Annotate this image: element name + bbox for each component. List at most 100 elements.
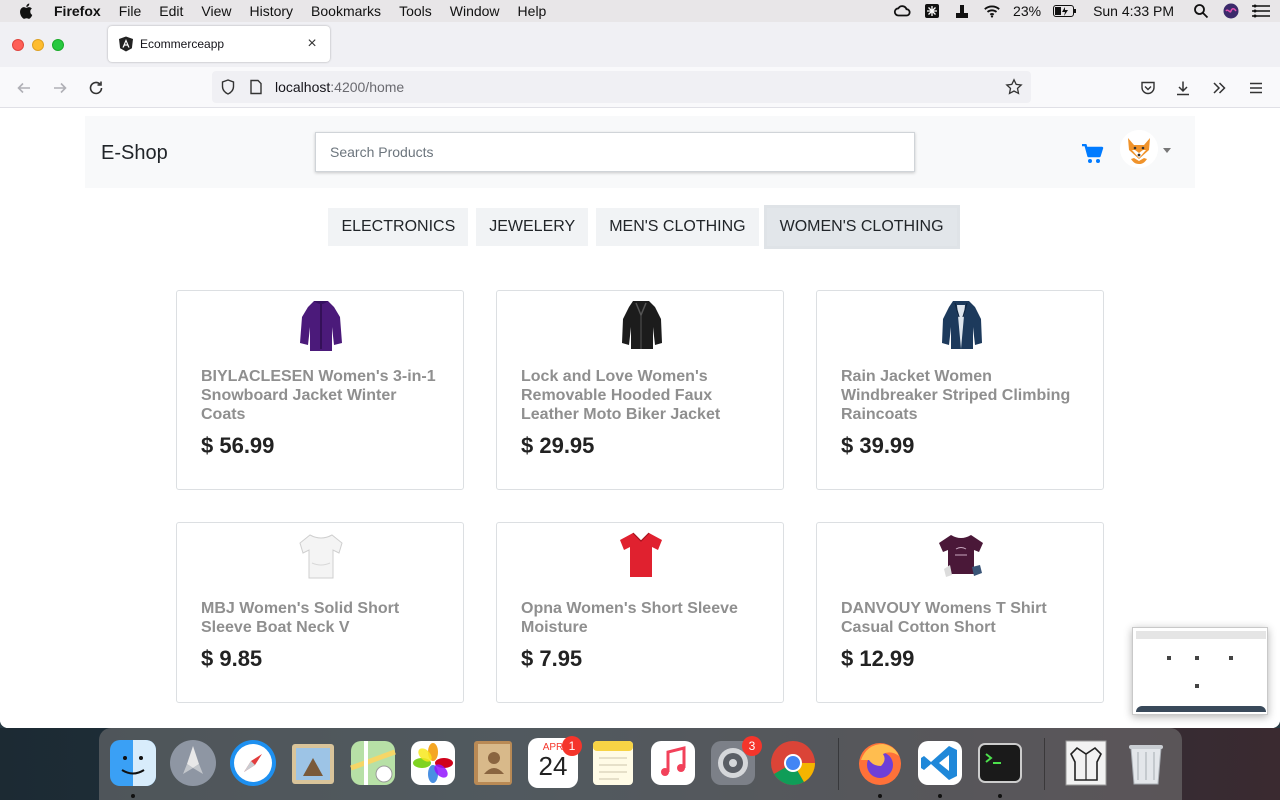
tab-close-icon[interactable]: × [304, 35, 320, 53]
product-name[interactable]: Lock and Love Women's Removable Hooded F… [521, 367, 761, 424]
battery-icon[interactable] [1053, 3, 1077, 19]
terminal-dock-icon[interactable] [975, 738, 1025, 788]
window-minimize-button[interactable] [32, 39, 44, 51]
dock-separator [1044, 738, 1045, 790]
menubar-status-area: 23% Sun 4:33 PM [893, 0, 1270, 22]
category-mens-clothing-button[interactable]: MEN'S CLOTHING [596, 208, 759, 246]
product-price: $ 12.99 [841, 646, 915, 671]
menu-view[interactable]: View [201, 3, 231, 19]
reload-button[interactable] [85, 77, 107, 99]
siri-icon[interactable] [1222, 3, 1240, 19]
product-name[interactable]: DANVOUY Womens T Shirt Casual Cotton Sho… [841, 599, 1081, 637]
calendar-notification-badge: 1 [562, 736, 582, 756]
user-menu-dropdown-caret-icon[interactable] [1163, 148, 1171, 153]
address-bar[interactable]: localhost:4200/home [212, 71, 1031, 103]
navy-rain-jacket-icon [942, 301, 982, 349]
contacts-dock-icon[interactable] [468, 738, 518, 788]
launchpad-dock-icon[interactable] [168, 738, 218, 788]
angular-favicon-icon [119, 36, 133, 52]
window-zoom-button[interactable] [52, 39, 64, 51]
product-price: $ 7.95 [521, 646, 583, 671]
thumbnail-product-mark [1167, 656, 1171, 660]
search-products-input[interactable] [315, 132, 915, 172]
pocket-button[interactable] [1137, 77, 1159, 99]
firefox-running-indicator [878, 794, 882, 798]
purple-jacket-icon [300, 301, 342, 351]
product-name[interactable]: Opna Women's Short Sleeve Moisture [521, 599, 761, 637]
url-host: localhost [275, 79, 331, 95]
macos-menubar: Firefox File Edit View History Bookmarks… [0, 0, 1280, 22]
forward-button[interactable] [49, 77, 71, 99]
product-price: $ 29.95 [521, 433, 595, 458]
spotlight-search-icon[interactable] [1192, 3, 1210, 19]
downloads-button[interactable] [1172, 77, 1194, 99]
chrome-dock-icon[interactable] [768, 738, 818, 788]
firefox-dock-icon[interactable] [855, 738, 905, 788]
black-leather-jacket-icon [622, 301, 662, 349]
product-card[interactable]: MBJ Women's Solid Short Sleeve Boat Neck… [176, 522, 464, 703]
menu-file[interactable]: File [119, 3, 142, 19]
thumbnail-product-mark [1195, 656, 1199, 660]
trash-dock-icon[interactable] [1121, 738, 1171, 788]
apple-menu-icon[interactable] [18, 2, 36, 20]
product-card[interactable]: DANVOUY Womens T Shirt Casual Cotton Sho… [816, 522, 1104, 703]
app-menu-button[interactable] [1245, 77, 1267, 99]
menu-history[interactable]: History [249, 3, 293, 19]
photos-dock-icon[interactable] [408, 738, 458, 788]
hamburger-menu-icon [1250, 82, 1262, 94]
product-price: $ 9.85 [201, 646, 263, 671]
vscode-running-indicator [938, 794, 942, 798]
url-path: :4200/home [330, 79, 405, 95]
screenshot-thumbnail-preview[interactable] [1132, 627, 1268, 715]
back-button[interactable] [13, 77, 35, 99]
white-top-icon [299, 534, 343, 579]
category-womens-clothing-button[interactable]: WOMEN'S CLOTHING [766, 208, 957, 246]
menu-app-firefox[interactable]: Firefox [54, 3, 101, 19]
product-card[interactable]: Rain Jacket Women Windbreaker Striped Cl… [816, 290, 1104, 490]
wifi-icon[interactable] [983, 3, 1001, 19]
page-info-icon[interactable] [248, 79, 264, 95]
tracking-protection-shield-icon[interactable] [220, 79, 236, 95]
music-dock-icon[interactable] [648, 738, 698, 788]
category-electronics-button[interactable]: ELECTRONICS [328, 208, 469, 246]
notes-dock-icon[interactable] [588, 738, 638, 788]
finder-dock-icon[interactable] [108, 738, 158, 788]
vscode-dock-icon[interactable] [915, 738, 965, 788]
category-filter-bar: ELECTRONICS JEWELERY MEN'S CLOTHING WOME… [0, 208, 1280, 246]
snowflake-app-icon[interactable] [923, 3, 941, 19]
thumbnail-dock [1136, 706, 1266, 712]
category-jewelery-button[interactable]: JEWELERY [476, 208, 589, 246]
downloads-stack-dock-icon[interactable] [1061, 738, 1111, 788]
menu-edit[interactable]: Edit [159, 3, 183, 19]
bookmark-star-icon[interactable] [1005, 78, 1023, 96]
creative-cloud-icon[interactable] [893, 3, 911, 19]
product-name[interactable]: BIYLACLESEN Women's 3-in-1 Snowboard Jac… [201, 367, 441, 424]
finder-running-indicator [131, 794, 135, 798]
brand-logo-text[interactable]: E-Shop [101, 142, 168, 165]
user-avatar[interactable] [1120, 130, 1158, 168]
product-card[interactable]: BIYLACLESEN Women's 3-in-1 Snowboard Jac… [176, 290, 464, 490]
control-center-icon[interactable] [1252, 3, 1270, 19]
safari-dock-icon[interactable] [228, 738, 278, 788]
product-name[interactable]: Rain Jacket Women Windbreaker Striped Cl… [841, 367, 1081, 424]
window-close-button[interactable] [12, 39, 24, 51]
tab-bar: Ecommerceapp × [0, 22, 1280, 67]
shopping-cart-icon[interactable] [1082, 144, 1104, 164]
menu-help[interactable]: Help [518, 3, 547, 19]
menubar-clock[interactable]: Sun 4:33 PM [1093, 3, 1174, 19]
product-price: $ 56.99 [201, 433, 275, 458]
menu-bookmarks[interactable]: Bookmarks [311, 3, 381, 19]
dock-separator [838, 738, 839, 790]
more-tools-button[interactable] [1208, 77, 1230, 99]
battery-percent: 23% [1013, 3, 1042, 19]
upload-tray-icon[interactable] [953, 3, 971, 19]
product-name[interactable]: MBJ Women's Solid Short Sleeve Boat Neck… [201, 599, 441, 637]
product-card[interactable]: Lock and Love Women's Removable Hooded F… [496, 290, 784, 490]
product-card[interactable]: Opna Women's Short Sleeve Moisture $ 7.9… [496, 522, 784, 703]
maps-dock-icon[interactable] [348, 738, 398, 788]
menu-window[interactable]: Window [450, 3, 500, 19]
menu-tools[interactable]: Tools [399, 3, 432, 19]
mail-dock-icon[interactable] [288, 738, 338, 788]
reload-icon [89, 81, 103, 95]
browser-tab-ecommerceapp[interactable]: Ecommerceapp × [108, 26, 330, 62]
